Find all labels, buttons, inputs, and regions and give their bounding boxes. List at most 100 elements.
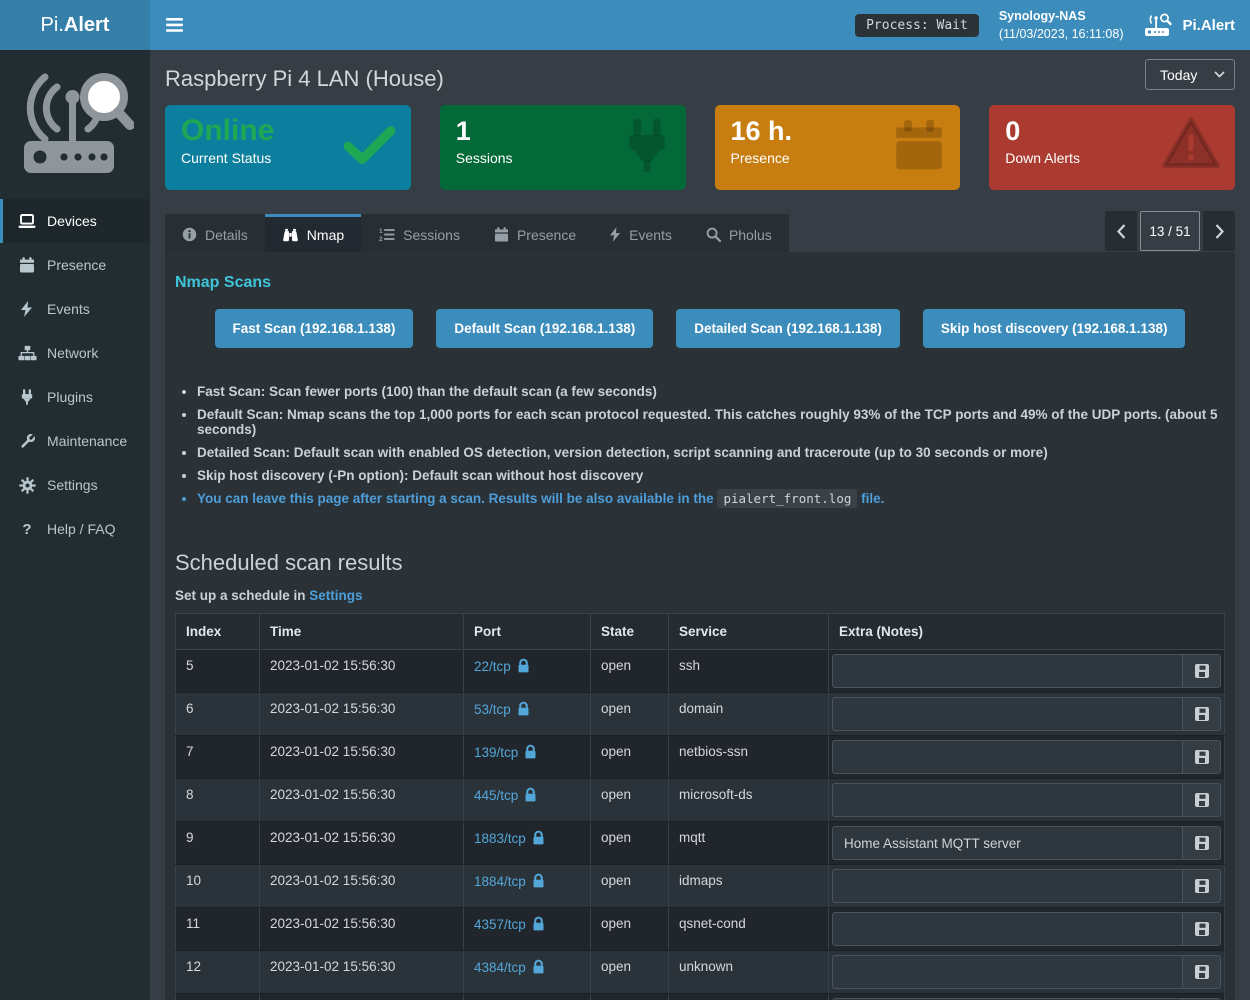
port-link[interactable]: 53/tcp — [474, 702, 511, 717]
cell-port: 8123/tcp — [464, 994, 591, 1000]
note-input[interactable] — [833, 913, 1182, 945]
period-selected-value: Today — [1160, 67, 1197, 83]
page-title: Raspberry Pi 4 LAN (House) — [165, 66, 1235, 92]
table-row: 8 2023-01-02 15:56:30 445/tcp open micro… — [176, 779, 1225, 822]
tab-label: Nmap — [307, 227, 344, 243]
sidebar: Devices Presence Events Network — [0, 50, 150, 1000]
settings-link[interactable]: Settings — [309, 588, 362, 603]
cell-port: 445/tcp — [464, 779, 591, 822]
note-input[interactable] — [833, 784, 1182, 816]
note-input[interactable] — [833, 827, 1182, 859]
chevron-down-icon — [1214, 71, 1225, 78]
sidebar-item-help-faq[interactable]: ? Help / FAQ — [0, 507, 150, 551]
gear-icon — [19, 477, 36, 494]
cell-time: 2023-01-02 15:56:30 — [260, 650, 464, 693]
save-icon — [1194, 792, 1210, 808]
header-state: State — [591, 614, 669, 650]
note-save-button[interactable] — [1182, 784, 1220, 816]
note-save-button[interactable] — [1182, 956, 1220, 988]
cell-port: 22/tcp — [464, 650, 591, 693]
cell-state: open — [591, 951, 669, 994]
scheduled-results-title: Scheduled scan results — [175, 550, 1225, 576]
sidebar-item-label: Network — [47, 345, 98, 361]
skip-host-discovery-button[interactable]: Skip host discovery (192.168.1.138) — [923, 309, 1186, 348]
sidebar-item-label: Presence — [47, 257, 106, 273]
note-save-button[interactable] — [1182, 655, 1220, 687]
brand-logo[interactable]: Pi.Alert — [0, 0, 150, 50]
save-icon — [1194, 835, 1210, 851]
app-chip[interactable]: Pi.Alert — [1143, 13, 1235, 37]
cell-time: 2023-01-02 15:56:30 — [260, 994, 464, 1000]
sidebar-item-settings[interactable]: Settings — [0, 463, 150, 507]
check-icon — [344, 125, 396, 165]
note-input[interactable] — [833, 870, 1182, 902]
sidebar-logo — [0, 50, 150, 199]
table-row: 9 2023-01-02 15:56:30 1883/tcp open mqtt — [176, 822, 1225, 865]
sidebar-item-plugins[interactable]: Plugins — [0, 375, 150, 419]
fast-scan-button[interactable]: Fast Scan (192.168.1.138) — [215, 309, 414, 348]
bolt-icon — [610, 227, 621, 242]
cell-time: 2023-01-02 15:56:30 — [260, 779, 464, 822]
cell-service: idmaps — [669, 865, 829, 908]
cell-service: polipo — [669, 994, 829, 1000]
sidebar-toggle-button[interactable] — [150, 0, 198, 50]
sidebar-item-network[interactable]: Network — [0, 331, 150, 375]
detailed-scan-button[interactable]: Detailed Scan (192.168.1.138) — [676, 309, 900, 348]
tab-presence[interactable]: Presence — [477, 214, 593, 252]
sidebar-item-events[interactable]: Events — [0, 287, 150, 331]
tab-label: Details — [205, 227, 248, 243]
note-save-button[interactable] — [1182, 913, 1220, 945]
sidebar-menu: Devices Presence Events Network — [0, 199, 150, 551]
cell-time: 2023-01-02 15:56:30 — [260, 736, 464, 779]
note-input[interactable] — [833, 655, 1182, 687]
bullet-fast-scan: Fast Scan: Scan fewer ports (100) than t… — [197, 384, 1225, 399]
scan-descriptions: Fast Scan: Scan fewer ports (100) than t… — [197, 384, 1225, 506]
scan-results-table: Index Time Port State Service Extra (Not… — [175, 613, 1225, 1000]
default-scan-button[interactable]: Default Scan (192.168.1.138) — [436, 309, 653, 348]
table-row: 6 2023-01-02 15:56:30 53/tcp open domain — [176, 693, 1225, 736]
port-link[interactable]: 139/tcp — [474, 745, 518, 760]
note-save-button[interactable] — [1182, 870, 1220, 902]
table-row: 10 2023-01-02 15:56:30 1884/tcp open idm… — [176, 865, 1225, 908]
port-link[interactable]: 1883/tcp — [474, 831, 526, 846]
note-save-button[interactable] — [1182, 741, 1220, 773]
note-input[interactable] — [833, 698, 1182, 730]
tab-sessions[interactable]: 1 2 Sessions — [361, 214, 477, 252]
note-input[interactable] — [833, 741, 1182, 773]
cell-index: 8 — [176, 779, 260, 822]
card-sessions[interactable]: 1 Sessions — [440, 105, 686, 190]
tab-details[interactable]: Details — [165, 214, 265, 252]
header-index: Index — [176, 614, 260, 650]
save-icon — [1194, 964, 1210, 980]
pager-next-button[interactable] — [1203, 211, 1235, 251]
sidebar-item-presence[interactable]: Presence — [0, 243, 150, 287]
note-input[interactable] — [833, 956, 1182, 988]
cell-service: unknown — [669, 951, 829, 994]
tab-pholus[interactable]: Pholus — [689, 214, 789, 252]
port-link[interactable]: 1884/tcp — [474, 874, 526, 889]
note-save-button[interactable] — [1182, 698, 1220, 730]
bolt-icon — [21, 301, 33, 317]
sidebar-item-maintenance[interactable]: Maintenance — [0, 419, 150, 463]
search-icon — [706, 227, 721, 242]
card-current-status[interactable]: Online Current Status — [165, 105, 411, 190]
port-link[interactable]: 22/tcp — [474, 659, 511, 674]
header-extra-notes: Extra (Notes) — [829, 614, 1225, 650]
card-presence[interactable]: 16 h. Presence — [715, 105, 961, 190]
cell-index: 7 — [176, 736, 260, 779]
calendar-icon — [19, 257, 35, 273]
cell-service: mqtt — [669, 822, 829, 865]
period-select[interactable]: Today — [1145, 59, 1235, 90]
pager-prev-button[interactable] — [1105, 211, 1137, 251]
sidebar-item-devices[interactable]: Devices — [0, 199, 150, 243]
cell-time: 2023-01-02 15:56:30 — [260, 951, 464, 994]
note-save-button[interactable] — [1182, 827, 1220, 859]
lock-icon — [532, 959, 545, 974]
tab-nmap[interactable]: Nmap — [265, 214, 361, 252]
port-link[interactable]: 445/tcp — [474, 788, 518, 803]
port-link[interactable]: 4384/tcp — [474, 960, 526, 975]
card-down-alerts[interactable]: 0 Down Alerts — [989, 105, 1235, 190]
port-link[interactable]: 4357/tcp — [474, 917, 526, 932]
tab-events[interactable]: Events — [593, 214, 689, 252]
cell-index: 10 — [176, 865, 260, 908]
